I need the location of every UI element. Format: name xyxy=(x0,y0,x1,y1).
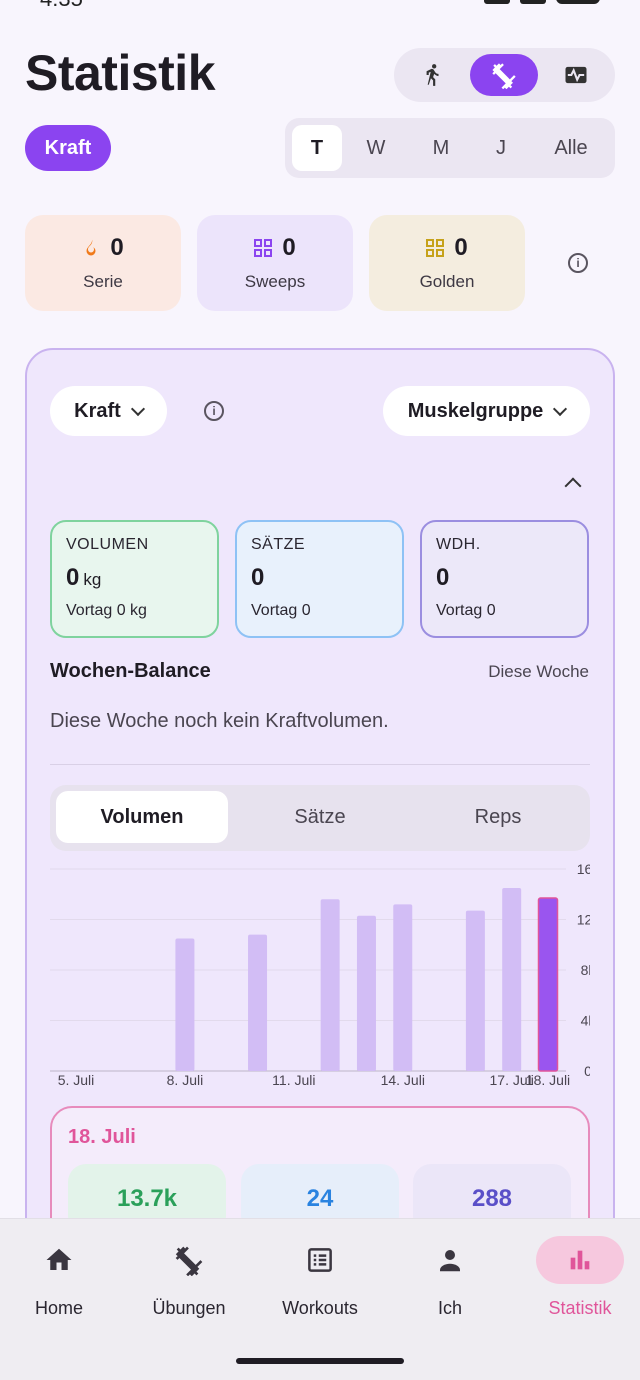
y-tick-label: 16k xyxy=(577,861,590,877)
dumbbell-icon xyxy=(492,63,516,89)
heartbeat-icon xyxy=(565,66,587,84)
metric-label: WDH. xyxy=(436,536,481,553)
nav-label: Statistik xyxy=(548,1298,612,1318)
streak-sweeps-card[interactable]: 0 Sweeps xyxy=(197,215,353,311)
streak-golden-card[interactable]: 0 Golden xyxy=(369,215,525,311)
metric-reps: WDH. 0 Vortag 0 xyxy=(420,520,589,638)
nav-label: Übungen xyxy=(152,1298,226,1318)
streak-value: 0 xyxy=(454,234,468,261)
list-icon xyxy=(308,1248,332,1272)
y-tick-label: 12k xyxy=(577,912,590,928)
streak-label: Serie xyxy=(83,272,123,291)
time-range-segment: T W M J Alle xyxy=(285,118,615,178)
metric-value: 0 xyxy=(66,564,80,591)
dropdown-label: Kraft xyxy=(74,399,121,422)
tab-volume[interactable]: Volumen xyxy=(56,791,228,843)
streak-info-icon[interactable]: i xyxy=(568,253,588,273)
range-year[interactable]: J xyxy=(476,125,526,171)
metric-tabs: Volumen Sätze Reps xyxy=(50,785,590,851)
chart-bar xyxy=(248,934,268,1071)
mode-health-button[interactable] xyxy=(542,54,610,96)
exercise-type-dropdown[interactable]: Kraft xyxy=(50,386,167,436)
metric-value: 0 xyxy=(251,564,265,591)
y-tick-label: 8k xyxy=(581,962,590,978)
range-day[interactable]: T xyxy=(292,125,342,171)
metric-previous: Vortag 0 kg xyxy=(66,602,147,619)
bar-chart-icon xyxy=(570,1250,590,1270)
x-tick-label: 8. Juli xyxy=(167,1072,204,1088)
nav-statistics[interactable]: Statistik xyxy=(525,1236,635,1319)
divider xyxy=(50,764,590,765)
metric-label: VOLUMEN xyxy=(66,536,149,553)
person-icon xyxy=(440,1250,460,1272)
running-icon xyxy=(426,64,439,86)
chevron-down-icon xyxy=(130,401,145,416)
tab-sets[interactable]: Sätze xyxy=(234,791,406,843)
grid-icon xyxy=(426,239,445,257)
range-week[interactable]: W xyxy=(351,125,401,171)
streak-label: Golden xyxy=(419,272,475,291)
nav-exercises[interactable]: Übungen xyxy=(134,1236,244,1319)
nav-label: Home xyxy=(34,1298,83,1318)
nav-workouts[interactable]: Workouts xyxy=(265,1236,375,1319)
metric-sets: SÄTZE 0 Vortag 0 xyxy=(235,520,404,638)
range-all[interactable]: Alle xyxy=(540,125,602,171)
metric-label: SÄTZE xyxy=(251,536,306,553)
category-pill[interactable]: Kraft xyxy=(25,125,111,171)
metric-previous: Vortag 0 xyxy=(251,602,311,619)
metric-volume: VOLUMEN 0 kg Vortag 0 kg xyxy=(50,520,219,638)
y-tick-label: 4k xyxy=(581,1013,590,1029)
x-tick-label: 5. Juli xyxy=(58,1072,95,1088)
x-tick-label: 18. Juli xyxy=(526,1072,570,1088)
chart-bar xyxy=(502,887,522,1071)
chevron-down-icon xyxy=(553,401,568,416)
y-tick-label: 0 xyxy=(584,1063,590,1079)
chart-bar xyxy=(356,915,376,1071)
nav-label: Ich xyxy=(437,1298,462,1318)
flame-icon xyxy=(86,239,96,256)
grid-icon xyxy=(254,239,273,257)
streak-label: Sweeps xyxy=(244,272,306,291)
balance-info-icon[interactable]: i xyxy=(204,401,224,421)
tab-reps[interactable]: Reps xyxy=(412,791,584,843)
range-month[interactable]: M xyxy=(416,125,466,171)
home-indicator xyxy=(236,1358,404,1364)
home-icon xyxy=(46,1248,72,1270)
status-time: 4:35 xyxy=(40,0,83,12)
mode-switch xyxy=(394,48,615,102)
metric-previous: Vortag 0 xyxy=(436,602,496,619)
nav-home[interactable]: Home xyxy=(4,1236,114,1319)
dropdown-label: Muskelgruppe xyxy=(407,399,544,422)
muscle-group-dropdown[interactable]: Muskelgruppe xyxy=(383,386,590,436)
empty-state-message: Diese Woche noch kein Kraftvolumen. xyxy=(50,710,389,732)
nav-label: Workouts xyxy=(282,1298,358,1318)
dumbbell-icon xyxy=(175,1246,203,1276)
detail-date: 18. Juli xyxy=(68,1126,136,1148)
x-tick-label: 11. Juli xyxy=(272,1072,315,1088)
mode-strength-button[interactable] xyxy=(470,54,538,96)
streak-value: 0 xyxy=(282,234,296,261)
chart-bar xyxy=(175,938,195,1071)
chart-bar xyxy=(465,910,485,1071)
chart-bar xyxy=(393,904,413,1071)
status-icons xyxy=(484,0,600,4)
streak-series-card[interactable]: 0 Serie xyxy=(25,215,181,311)
volume-bar-chart[interactable]: 0 4k 8k 12k 16k 5. Juli 8. Juli 11. Juli 14. Jul… xyxy=(50,856,590,1096)
streak-value: 0 xyxy=(110,234,124,261)
mode-running-button[interactable] xyxy=(398,54,466,96)
x-tick-label: 14. Juli xyxy=(381,1072,425,1088)
balance-title: Wochen-Balance xyxy=(50,660,211,682)
chart-bar xyxy=(320,899,340,1071)
metric-unit: kg xyxy=(83,570,102,589)
balance-range: Diese Woche xyxy=(488,662,589,681)
page-title: Statistik xyxy=(25,45,216,101)
chart-bar-selected xyxy=(537,897,559,1072)
nav-profile[interactable]: Ich xyxy=(395,1236,505,1319)
metric-value: 0 xyxy=(436,564,450,591)
